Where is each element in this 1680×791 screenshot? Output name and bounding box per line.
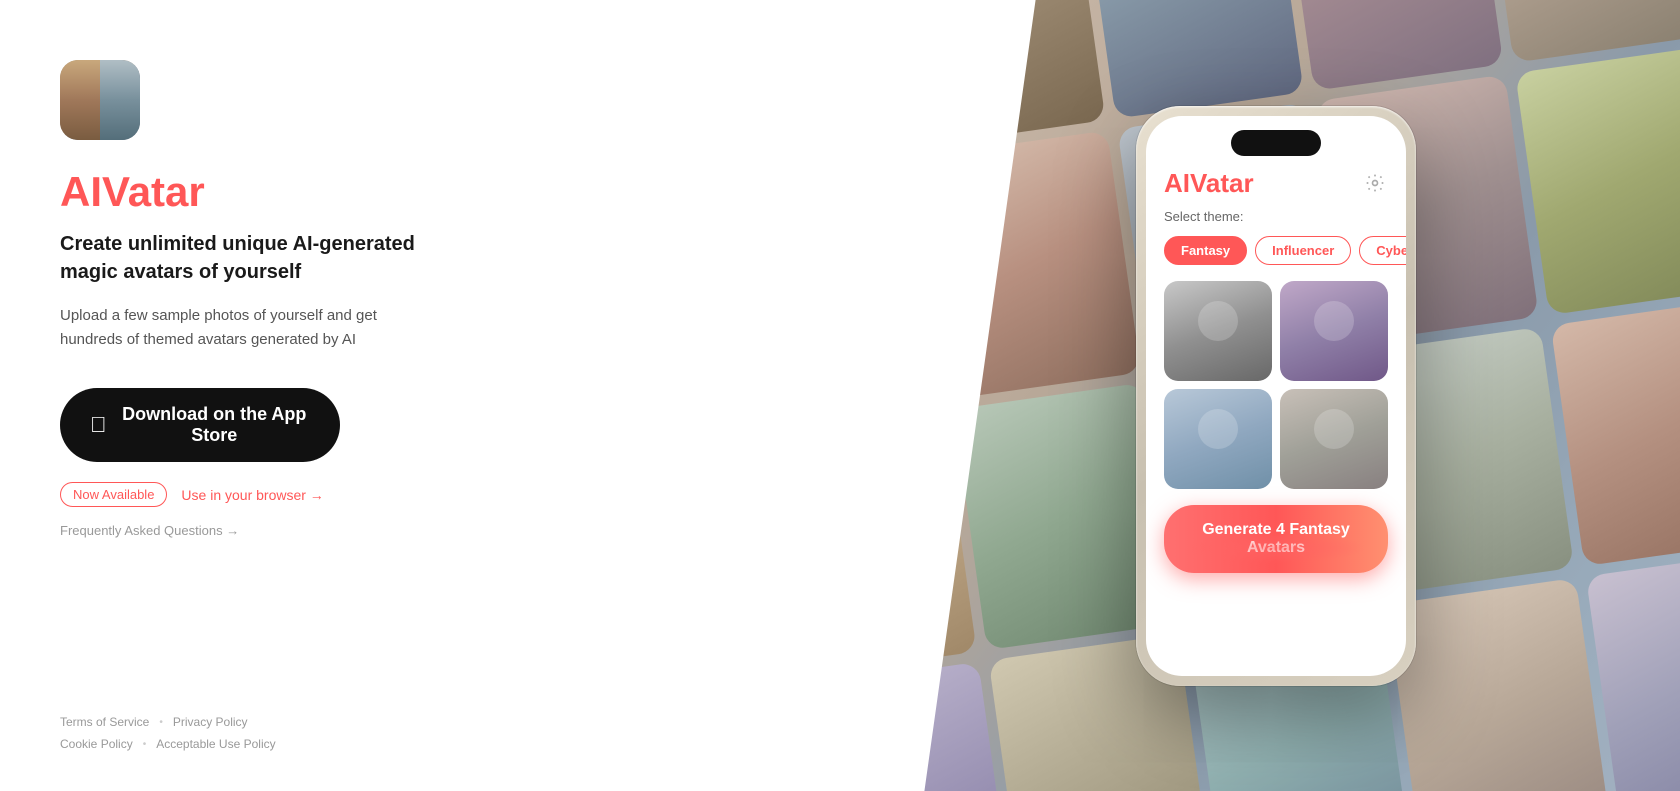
app-title: AIVatar [60, 168, 900, 216]
phone-avatar-grid [1164, 281, 1388, 489]
footer-links: Terms of Service • Privacy Policy Cookie… [60, 695, 900, 751]
gear-icon[interactable] [1362, 170, 1388, 196]
bg-avatar [1082, 0, 1304, 118]
terms-link[interactable]: Terms of Service [60, 715, 149, 729]
cookie-link[interactable]: Cookie Policy [60, 737, 133, 751]
phone-header: AIVatar [1164, 168, 1388, 199]
phone-mockup: AIVatar Select theme: Fantasy [1136, 106, 1416, 686]
phone-avatar-2 [1280, 281, 1388, 381]
phone-frame: AIVatar Select theme: Fantasy [1136, 106, 1416, 686]
phone-notch [1231, 130, 1321, 156]
right-panel: AIVatar Select theme: Fantasy [900, 0, 1680, 791]
footer-row-2: Cookie Policy • Acceptable Use Policy [60, 737, 900, 751]
privacy-link[interactable]: Privacy Policy [173, 715, 248, 729]
phone-avatar-4 [1280, 389, 1388, 489]
download-appstore-button[interactable]:  Download on the App Store [60, 388, 340, 462]
footer-row-1: Terms of Service • Privacy Policy [60, 715, 900, 729]
bg-avatar [1387, 578, 1609, 791]
theme-cyber-button[interactable]: Cyber [1359, 236, 1406, 265]
availability-row: Now Available Use in your browser → [60, 482, 900, 507]
app-description: Upload a few sample photos of yourself a… [60, 304, 430, 352]
generate-glow [1186, 533, 1366, 563]
download-label: Download on the App Store [119, 404, 311, 446]
apple-icon:  [90, 414, 107, 436]
theme-buttons: Fantasy Influencer Cyber [1164, 236, 1388, 265]
app-tagline: Create unlimited unique AI-generated mag… [60, 230, 420, 286]
phone-content: AIVatar Select theme: Fantasy [1146, 116, 1406, 591]
theme-fantasy-button[interactable]: Fantasy [1164, 236, 1247, 265]
bg-avatar [1515, 46, 1680, 314]
bg-avatar [1550, 298, 1680, 566]
phone-screen: AIVatar Select theme: Fantasy [1146, 116, 1406, 676]
bg-avatar [1280, 0, 1502, 90]
theme-influencer-button[interactable]: Influencer [1255, 236, 1351, 265]
app-icon [60, 60, 140, 140]
phone-avatar-1 [1164, 281, 1272, 381]
phone-app-title: AIVatar [1164, 168, 1254, 199]
faq-link[interactable]: Frequently Asked Questions → [60, 523, 900, 538]
left-panel: AIVatar Create unlimited unique AI-gener… [0, 0, 900, 791]
browser-link[interactable]: Use in your browser → [181, 487, 323, 503]
acceptable-use-link[interactable]: Acceptable Use Policy [156, 737, 275, 751]
phone-subtitle: Select theme: [1164, 209, 1388, 224]
now-available-badge: Now Available [60, 482, 167, 507]
phone-avatar-3 [1164, 389, 1272, 489]
